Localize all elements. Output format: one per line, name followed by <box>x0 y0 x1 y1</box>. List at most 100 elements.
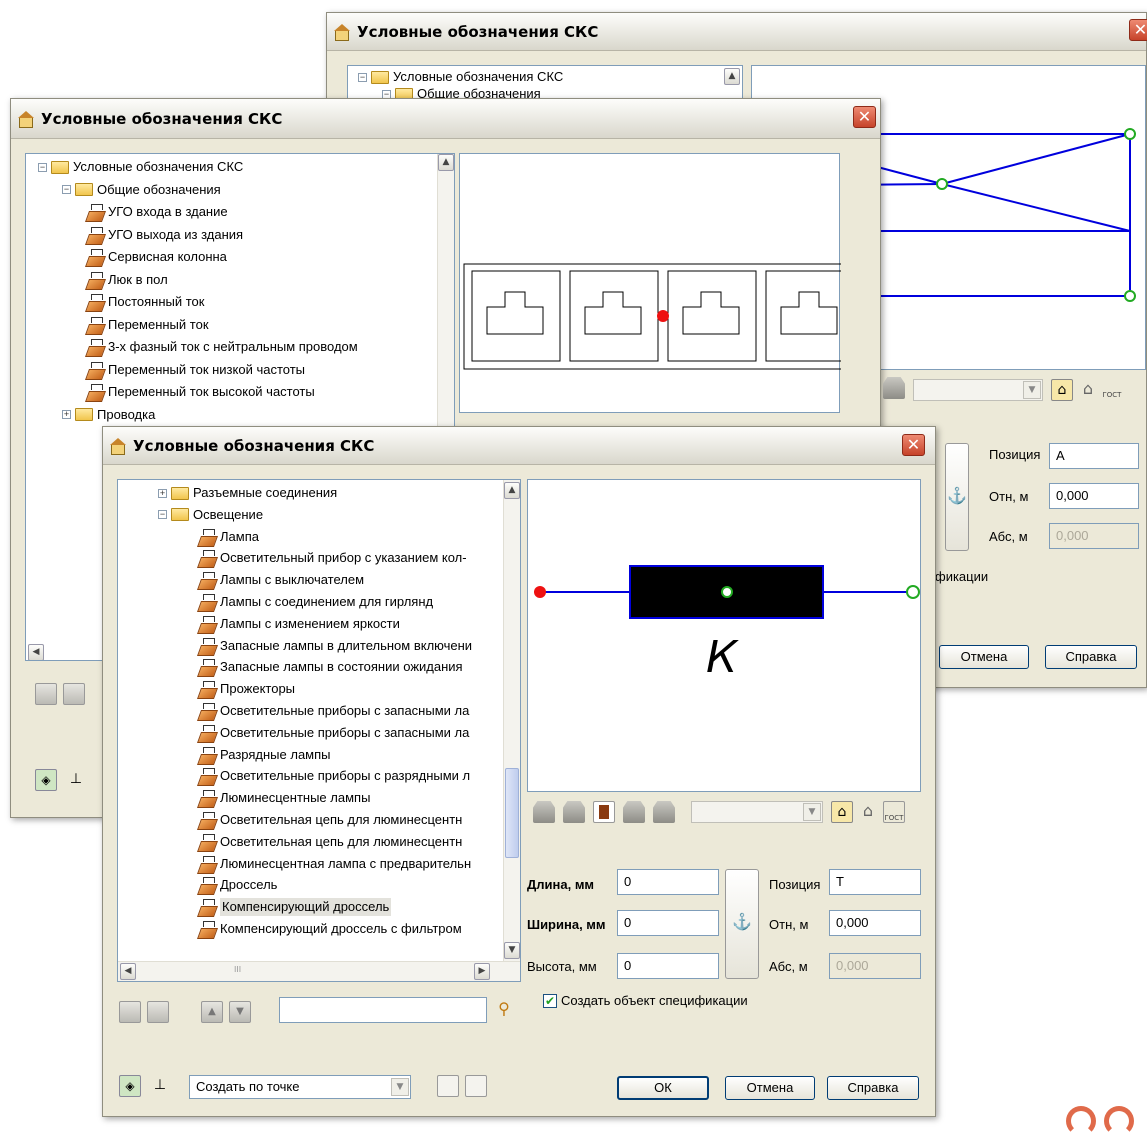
middle-tree-node[interactable]: Переменный ток <box>86 316 209 334</box>
expander-icon[interactable]: − <box>62 185 71 194</box>
front-titlebar[interactable]: Условные обозначения СКС <box>103 427 935 465</box>
front-scroll-left[interactable]: ◀ <box>120 963 136 980</box>
middle-edit-icon[interactable] <box>35 683 57 705</box>
front-tree-hscroll[interactable]: ◀ III ▶ <box>118 961 520 981</box>
middle-titlebar[interactable]: Условные обозначения СКС <box>11 99 880 139</box>
edit-icon[interactable] <box>119 1001 141 1023</box>
front-tree-node[interactable]: Лампа <box>198 528 259 546</box>
create-spec-checkbox[interactable]: ✔ <box>543 994 557 1008</box>
middle-tree-node[interactable]: + Проводка <box>62 406 155 424</box>
tool-shape-3-icon[interactable] <box>623 801 645 823</box>
front-scroll-thumb[interactable] <box>505 768 519 858</box>
middle-scroll-up[interactable]: ▲ <box>438 154 454 171</box>
middle-tree-node[interactable]: 3-х фазный ток с нейтральным проводом <box>86 338 358 356</box>
front-tree-node[interactable]: Дроссель <box>198 876 277 894</box>
middle-tree-node[interactable]: Постоянный ток <box>86 293 204 311</box>
tool-shape-4-icon[interactable] <box>653 801 675 823</box>
middle-tree-node[interactable]: − Условные обозначения СКС <box>38 158 243 176</box>
house-outline-icon[interactable]: ⌂ <box>857 801 879 823</box>
cancel-button[interactable]: Отмена <box>725 1076 815 1100</box>
middle-shape-tool-icon[interactable] <box>883 377 905 399</box>
front-tree-node[interactable]: Осветительный прибор с указанием кол- <box>198 549 467 567</box>
back-position-input[interactable]: А <box>1049 443 1139 469</box>
back-help-button[interactable]: Справка <box>1045 645 1137 669</box>
back-tree-scroll-up[interactable]: ▲ <box>724 68 740 85</box>
back-close-button[interactable]: ✕ <box>1129 19 1147 41</box>
middle-delete-icon[interactable] <box>63 683 85 705</box>
width-input[interactable]: 0 <box>617 910 719 936</box>
search-input[interactable] <box>279 997 487 1023</box>
gost-icon[interactable]: ГОСТ <box>883 801 905 823</box>
front-tree-node[interactable]: Запасные лампы в состоянии ожидания <box>198 658 463 676</box>
length-input[interactable]: 0 <box>617 869 719 895</box>
front-tree-node[interactable]: Осветительные приборы с разрядными л <box>198 767 470 785</box>
front-close-button[interactable]: ✕ <box>902 434 925 456</box>
search-icon[interactable]: ⚲ <box>493 999 515 1021</box>
front-tree-vscroll[interactable]: ▲ ▼ <box>503 480 520 961</box>
home-icon[interactable]: ⌂ <box>831 801 853 823</box>
tool-door-icon[interactable] <box>593 801 615 823</box>
front-tree-node[interactable]: Компенсирующий дроссель <box>198 898 392 917</box>
create-mode-select[interactable]: Создать по точке ▼ <box>189 1075 411 1099</box>
expander-icon[interactable]: + <box>62 410 71 419</box>
home-icon[interactable]: ⌂ <box>1051 379 1073 401</box>
house-outline-icon[interactable]: ⌂ <box>1077 379 1099 401</box>
front-tree-node[interactable]: + Разъемные соединения <box>158 484 337 502</box>
back-rel-input[interactable]: 0,000 <box>1049 483 1139 509</box>
expander-icon[interactable]: + <box>158 488 167 498</box>
tool-shape-2-icon[interactable] <box>563 801 585 823</box>
middle-tree-node[interactable]: Сервисная колонна <box>86 248 227 266</box>
anchor-button[interactable]: ⚓ <box>725 869 759 979</box>
create-spec-label[interactable]: Создать объект спецификации <box>561 993 748 1008</box>
delete-icon[interactable] <box>147 1001 169 1023</box>
back-titlebar[interactable]: Условные обозначения СКС <box>327 13 1146 51</box>
move-down-icon[interactable]: ▼ <box>229 1001 251 1023</box>
front-tree-node[interactable]: Осветительная цепь для люминесцентн <box>198 811 462 829</box>
front-scroll-right[interactable]: ▶ <box>474 963 490 980</box>
front-tree-node[interactable]: Лампы с изменением яркости <box>198 615 400 633</box>
front-tree-node[interactable]: Осветительные приборы с запасными ла <box>198 724 469 742</box>
middle-tree-node[interactable]: УГО входа в здание <box>86 203 228 221</box>
middle-tree-node[interactable]: УГО выхода из здания <box>86 226 243 244</box>
front-tree-node[interactable]: Прожекторы <box>198 680 295 698</box>
insert-mode-icon[interactable]: ◈ <box>119 1075 141 1097</box>
front-tree[interactable]: + Разъемные соединения − Освещение Лампа Осве… <box>117 479 521 982</box>
camera-icon[interactable] <box>465 1075 487 1097</box>
middle-tree-node[interactable]: Переменный ток высокой частоты <box>86 383 315 401</box>
front-tree-node[interactable]: Компенсирующий дроссель с фильтром <box>198 920 462 938</box>
front-tree-node[interactable]: − Освещение <box>158 506 263 524</box>
front-scroll-down[interactable]: ▼ <box>504 942 520 959</box>
back-tree-root[interactable]: − Условные обозначения СКС <box>358 68 563 86</box>
rel-input[interactable]: 0,000 <box>829 910 921 936</box>
front-tree-node[interactable]: Осветительная цепь для люминесцентн <box>198 833 462 851</box>
front-hscroll-grip[interactable]: III <box>234 965 241 974</box>
front-tree-node[interactable]: Запасные лампы в длительном включени <box>198 637 472 655</box>
front-tree-node[interactable]: Лампы с выключателем <box>198 571 364 589</box>
front-tree-node[interactable]: Осветительные приборы с запасными ла <box>198 702 469 720</box>
position-input[interactable]: Т <box>829 869 921 895</box>
middle-close-button[interactable]: ✕ <box>853 106 876 128</box>
ok-button[interactable]: ОК <box>617 1076 709 1100</box>
back-anchor-button[interactable]: ⚓ <box>945 443 969 551</box>
help-button[interactable]: Справка <box>827 1076 919 1100</box>
front-tree-node[interactable]: Люминесцентная лампа с предварительн <box>198 855 471 873</box>
front-tree-node[interactable]: Разрядные лампы <box>198 746 331 764</box>
front-tree-node[interactable]: Лампы с соединением для гирлянд <box>198 593 433 611</box>
front-type-combo[interactable]: ▼ <box>691 801 823 823</box>
middle-insert-mode-icon[interactable]: ◈ <box>35 769 57 791</box>
middle-scroll-left[interactable]: ◀ <box>28 644 44 660</box>
move-up-icon[interactable]: ▲ <box>201 1001 223 1023</box>
expander-icon[interactable]: − <box>158 510 167 520</box>
middle-tree-node[interactable]: − Общие обозначения <box>62 181 221 199</box>
height-input[interactable]: 0 <box>617 953 719 979</box>
front-tree-node[interactable]: Люминесцентные лампы <box>198 789 370 807</box>
middle-tree-node[interactable]: Люк в пол <box>86 271 168 289</box>
middle-tree-node[interactable]: Переменный ток низкой частоты <box>86 361 305 379</box>
back-cancel-button[interactable]: Отмена <box>939 645 1029 669</box>
open-icon[interactable] <box>437 1075 459 1097</box>
gost-icon[interactable]: ГОСТ <box>1101 379 1123 401</box>
expander-icon[interactable]: − <box>38 162 47 172</box>
tool-shape-1-icon[interactable] <box>533 801 555 823</box>
back-combo[interactable]: ▼ <box>913 379 1043 401</box>
front-scroll-up[interactable]: ▲ <box>504 482 520 499</box>
